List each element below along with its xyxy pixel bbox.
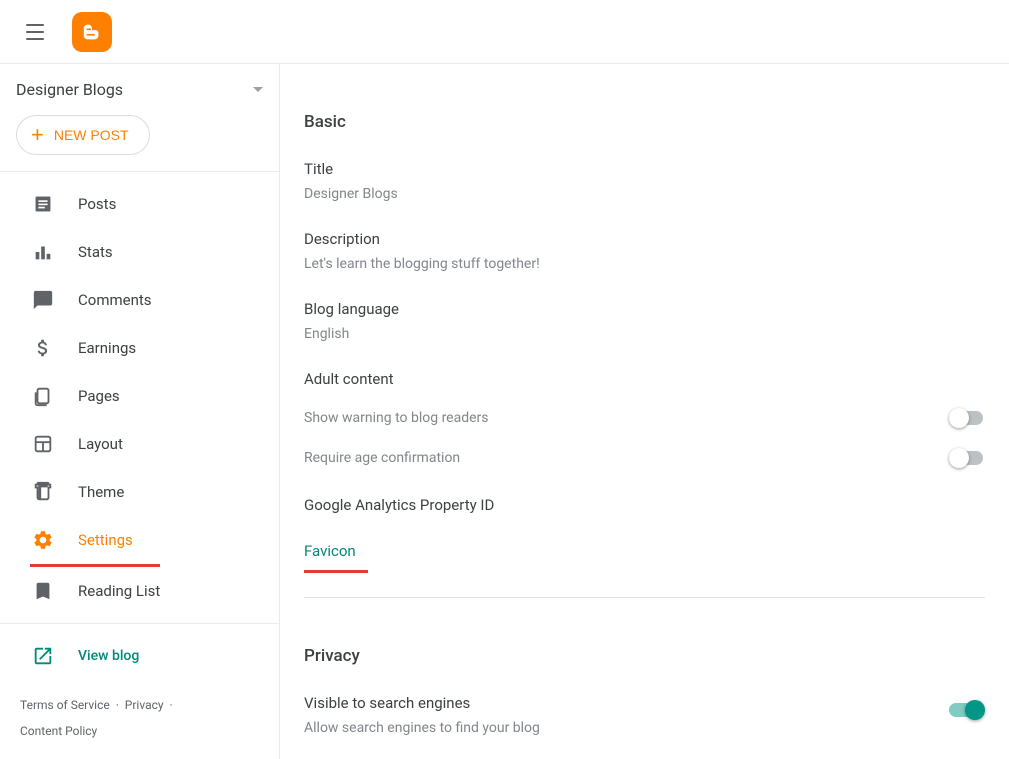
sidebar-item-label: View blog (78, 648, 139, 664)
plus-icon: + (31, 124, 44, 146)
setting-description[interactable]: Description Let's learn the blogging stu… (304, 230, 985, 272)
bookmark-icon (32, 580, 54, 602)
toggle-label: Show warning to blog readers (304, 410, 489, 426)
nav-list-tertiary: View blog (0, 632, 279, 680)
sidebar-item-theme[interactable]: Theme (0, 468, 279, 516)
blog-selector[interactable]: Designer Blogs (0, 64, 279, 115)
setting-value: Designer Blogs (304, 186, 985, 202)
section-heading-privacy: Privacy (304, 646, 985, 666)
setting-label: Visible to search engines (304, 694, 540, 712)
terms-link[interactable]: Terms of Service (20, 698, 110, 712)
sidebar-item-layout[interactable]: Layout (0, 420, 279, 468)
app-header (0, 0, 1009, 64)
setting-label: Blog language (304, 300, 985, 318)
setting-adult-content: Adult content Show warning to blog reade… (304, 370, 985, 468)
content-policy-link[interactable]: Content Policy (20, 724, 97, 738)
sidebar-item-label: Comments (78, 291, 152, 309)
sidebar-item-label: Layout (78, 435, 123, 453)
chevron-down-icon (253, 87, 263, 92)
nav-list: Posts Stats Comments Earnings Pages Layo… (0, 180, 279, 564)
setting-blog-language[interactable]: Blog language English (304, 300, 985, 342)
layout-icon (32, 433, 54, 455)
toggle-require-age: Require age confirmation (304, 448, 985, 468)
sidebar-item-reading-list[interactable]: Reading List (0, 567, 279, 615)
setting-favicon: Favicon (304, 542, 985, 573)
setting-value: Let's learn the blogging stuff together! (304, 256, 985, 272)
sidebar-item-label: Stats (78, 243, 113, 261)
require-age-toggle[interactable] (949, 448, 985, 468)
blog-selector-title: Designer Blogs (16, 80, 123, 99)
setting-desc: Allow search engines to find your blog (304, 720, 540, 736)
sidebar-item-label: Theme (78, 483, 124, 501)
section-heading-basic: Basic (304, 112, 985, 132)
setting-title[interactable]: Title Designer Blogs (304, 160, 985, 202)
sidebar-item-label: Reading List (78, 582, 160, 600)
blogger-logo[interactable] (72, 12, 112, 52)
visible-search-toggle[interactable] (949, 700, 985, 720)
setting-label: Description (304, 230, 985, 248)
sidebar-item-comments[interactable]: Comments (0, 276, 279, 324)
sidebar-item-stats[interactable]: Stats (0, 228, 279, 276)
open-external-icon (32, 645, 54, 667)
comments-icon (32, 289, 54, 311)
show-warning-toggle[interactable] (949, 408, 985, 428)
toggle-show-warning: Show warning to blog readers (304, 408, 985, 428)
sidebar-item-settings[interactable]: Settings (0, 516, 279, 564)
favicon-indicator (304, 570, 368, 573)
pages-icon (32, 385, 54, 407)
setting-value: English (304, 326, 985, 342)
main-content: Basic Title Designer Blogs Description L… (280, 64, 1009, 759)
sidebar-item-label: Earnings (78, 339, 136, 357)
sidebar: Designer Blogs + NEW POST Posts Stats Co… (0, 64, 280, 759)
divider (0, 623, 279, 624)
setting-ga-property-id[interactable]: Google Analytics Property ID (304, 496, 985, 514)
favicon-link[interactable]: Favicon (304, 542, 356, 560)
setting-label: Google Analytics Property ID (304, 496, 985, 514)
blogger-icon (81, 21, 103, 43)
toggle-label: Require age confirmation (304, 450, 460, 466)
setting-label: Title (304, 160, 985, 178)
new-post-button[interactable]: + NEW POST (16, 115, 150, 155)
stats-icon (32, 241, 54, 263)
footer-links: Terms of Service · Privacy · Content Pol… (0, 680, 279, 757)
sidebar-item-view-blog[interactable]: View blog (0, 632, 279, 680)
divider (304, 597, 985, 598)
sidebar-item-label: Settings (78, 531, 133, 549)
sidebar-item-label: Pages (78, 387, 120, 405)
hamburger-menu-icon[interactable] (16, 10, 60, 54)
sidebar-item-pages[interactable]: Pages (0, 372, 279, 420)
posts-icon (32, 193, 54, 215)
nav-list-secondary: Reading List (0, 567, 279, 615)
theme-icon (32, 481, 54, 503)
divider (0, 171, 279, 172)
setting-visible-search: Visible to search engines Allow search e… (304, 694, 985, 736)
gear-icon (32, 529, 54, 551)
new-post-label: NEW POST (54, 127, 129, 143)
sidebar-item-posts[interactable]: Posts (0, 180, 279, 228)
sidebar-item-earnings[interactable]: Earnings (0, 324, 279, 372)
privacy-link[interactable]: Privacy (125, 698, 164, 712)
sidebar-item-label: Posts (78, 195, 116, 213)
dollar-icon (32, 337, 54, 359)
setting-label: Adult content (304, 370, 985, 388)
